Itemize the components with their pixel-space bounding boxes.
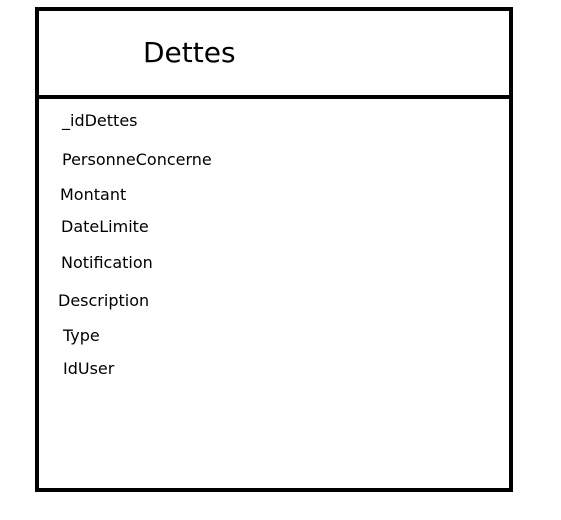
attribute-notification: Notification [61, 253, 153, 272]
attribute-montant: Montant [60, 185, 127, 204]
attribute-iddettes: _idDettes [62, 111, 138, 130]
attribute-iduser: IdUser [63, 359, 115, 378]
entity-title: Dettes [143, 36, 236, 69]
entity-header: Dettes [39, 11, 509, 99]
entity-dettes: Dettes _idDettes PersonneConcerne Montan… [35, 7, 513, 492]
attribute-personneconcerne: PersonneConcerne [62, 150, 212, 169]
attribute-type: Type [63, 326, 100, 345]
attribute-datelimite: DateLimite [61, 217, 149, 236]
attribute-description: Description [58, 291, 150, 310]
